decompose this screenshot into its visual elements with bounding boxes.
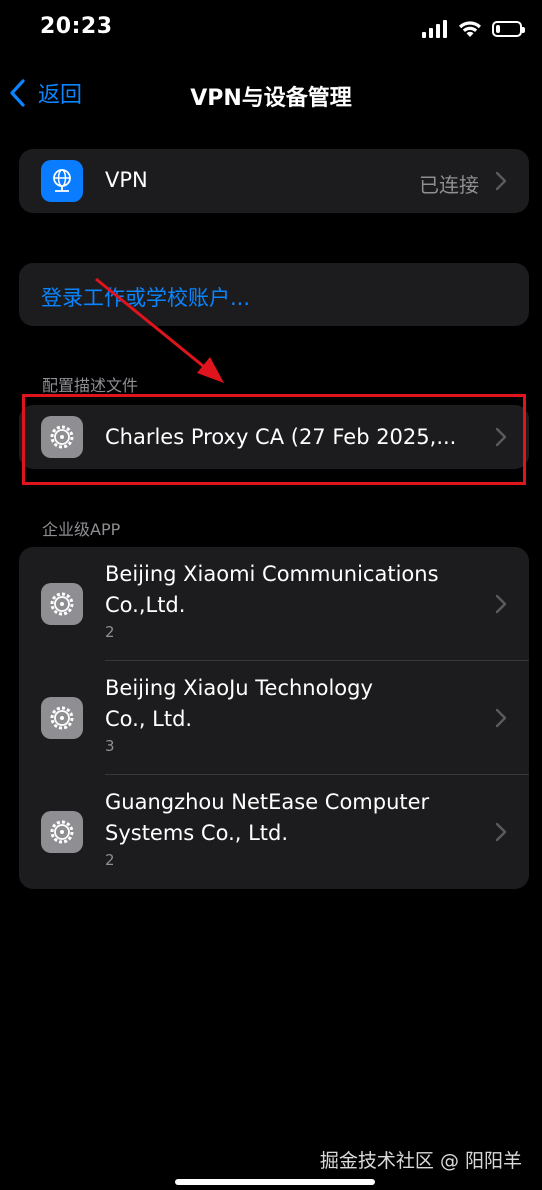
vpn-label: VPN xyxy=(105,168,148,192)
app-name-line2: Co., Ltd. xyxy=(105,707,193,731)
enterprise-app-row[interactable]: Beijing Xiaomi Communications Co.,Ltd. 2 xyxy=(19,547,529,661)
app-count: 3 xyxy=(105,737,115,755)
chevron-right-icon xyxy=(495,822,507,842)
settings-gear-icon xyxy=(41,811,83,853)
chevron-right-icon xyxy=(495,171,507,191)
app-texts: Guangzhou NetEase Computer Systems Co., … xyxy=(105,787,469,869)
app-name-line2: Systems Co., Ltd. xyxy=(105,821,289,845)
status-icons xyxy=(422,18,525,40)
chevron-right-icon xyxy=(495,708,507,728)
sign-in-account-link[interactable]: 登录工作或学校账户... xyxy=(41,282,250,312)
enterprise-section-header: 企业级APP xyxy=(42,520,121,539)
annotation-highlight-box xyxy=(22,394,526,485)
watermark-text: 掘金技术社区 @ 阳阳羊 xyxy=(319,1150,522,1172)
profiles-section-header: 配置描述文件 xyxy=(42,376,139,395)
battery-icon xyxy=(492,21,525,37)
status-bar: 20:23 xyxy=(0,0,542,60)
enterprise-app-row[interactable]: Beijing XiaoJu Technology Co., Ltd. 3 xyxy=(19,661,529,775)
settings-gear-icon xyxy=(41,697,83,739)
chevron-right-icon xyxy=(495,594,507,614)
app-name-line1: Beijing Xiaomi Communications xyxy=(105,562,439,586)
enterprise-app-row[interactable]: Guangzhou NetEase Computer Systems Co., … xyxy=(19,775,529,889)
app-count: 2 xyxy=(105,623,115,641)
sign-in-account-row[interactable]: 登录工作或学校账户... xyxy=(19,263,529,326)
home-indicator[interactable] xyxy=(175,1179,375,1185)
settings-gear-icon xyxy=(41,583,83,625)
vpn-row[interactable]: VPN 已连接 xyxy=(19,149,529,213)
cellular-signal-icon xyxy=(422,20,448,38)
navigation-bar: 返回 VPN与设备管理 xyxy=(0,60,542,126)
app-texts: Beijing XiaoJu Technology Co., Ltd. 3 xyxy=(105,673,469,755)
page-title: VPN与设备管理 xyxy=(190,86,352,111)
vpn-globe-icon xyxy=(41,160,83,202)
app-name-line2: Co.,Ltd. xyxy=(105,593,186,617)
account-group: 登录工作或学校账户... xyxy=(19,263,529,326)
app-texts: Beijing Xiaomi Communications Co.,Ltd. 2 xyxy=(105,559,469,641)
vpn-status-value: 已连接 xyxy=(419,173,479,197)
app-name-line1: Beijing XiaoJu Technology xyxy=(105,676,373,700)
status-time: 20:23 xyxy=(40,14,113,39)
app-count: 2 xyxy=(105,851,115,869)
app-name-line1: Guangzhou NetEase Computer xyxy=(105,790,430,814)
wifi-icon xyxy=(459,21,481,37)
enterprise-apps-group: Beijing Xiaomi Communications Co.,Ltd. 2… xyxy=(19,547,529,889)
vpn-group: VPN 已连接 xyxy=(19,149,529,213)
